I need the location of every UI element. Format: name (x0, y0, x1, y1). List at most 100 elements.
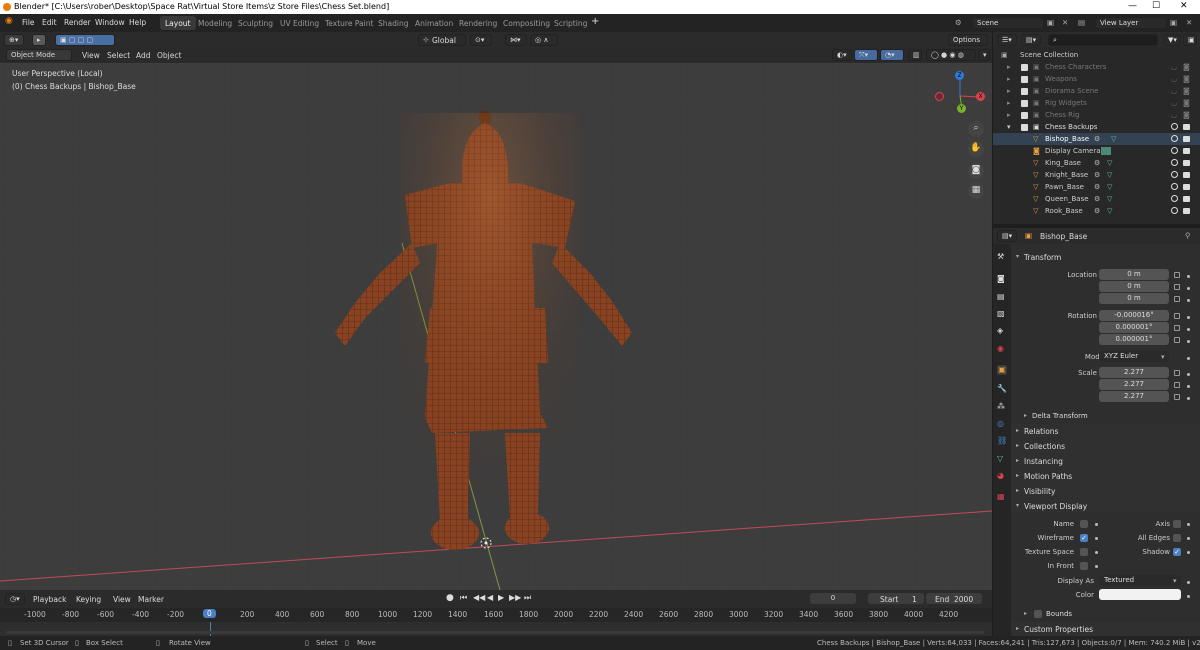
keyframe-dot-icon[interactable] (1187, 537, 1190, 540)
collection-row[interactable]: ▸ ▣ Weapons ◡ ◙ (993, 73, 1200, 85)
lock-icon[interactable] (1174, 337, 1180, 343)
rotation-mode-dropdown[interactable]: XYZ Euler (1099, 351, 1169, 362)
options-button[interactable]: Options (948, 34, 988, 46)
custom-properties-panel-header[interactable]: ▸ Custom Properties (1011, 622, 1200, 636)
keyframe-dot-icon[interactable] (1095, 565, 1098, 568)
eye-hidden-icon[interactable]: ◡ (1171, 111, 1177, 119)
exclude-checkbox[interactable] (1021, 100, 1028, 107)
scale-y-field[interactable]: 2.277 (1099, 379, 1169, 390)
filter-icon[interactable]: ▼▾ (1163, 34, 1181, 46)
expand-icon[interactable]: ▸ (1007, 111, 1011, 119)
expand-icon[interactable]: ▸ (1007, 63, 1011, 71)
perspective-toggle-icon[interactable]: ▦ (968, 183, 984, 199)
object-row-selected[interactable]: ▽ Bishop_Base ⚙ ▽ (993, 133, 1200, 145)
material-tab-icon[interactable]: ◕ (997, 471, 1007, 481)
particles-tab-icon[interactable]: ⁂ (997, 402, 1007, 412)
scale-z-field[interactable]: 2.277 (1099, 391, 1169, 402)
gizmo-y[interactable]: Y (957, 104, 966, 113)
collection-row[interactable]: ▸ ▣ Diorama Scene ◡ ◙ (993, 85, 1200, 97)
scene-tab-icon[interactable]: ◈ (997, 326, 1007, 336)
properties-editor-icon[interactable]: ▤▾ (997, 230, 1017, 242)
tab-animation[interactable]: Animation (410, 16, 458, 30)
tool-tab-icon[interactable]: ⚒ (997, 252, 1007, 262)
object-menu[interactable]: Object (157, 51, 181, 60)
select-menu[interactable]: Select (107, 51, 130, 60)
eye-icon[interactable] (1171, 159, 1178, 166)
exclude-checkbox[interactable] (1021, 76, 1028, 83)
eye-hidden-icon[interactable]: ◡ (1171, 63, 1177, 71)
camera-icon[interactable] (1183, 148, 1190, 154)
keyframe-dot-icon[interactable] (1187, 551, 1190, 554)
scale-x-field[interactable]: 2.277 (1099, 367, 1169, 378)
gizmo-x[interactable]: X (976, 92, 985, 101)
keyframe-dot-icon[interactable] (1187, 397, 1190, 400)
collapse-icon[interactable]: ▾ (1007, 123, 1011, 131)
lock-icon[interactable] (1174, 370, 1180, 376)
instancing-panel-header[interactable]: ▸ Instancing (1011, 454, 1200, 468)
jump-start-icon[interactable]: ⏮ (460, 593, 467, 603)
timeline-editor-icon[interactable]: ◷▾ (5, 593, 25, 605)
camera-icon[interactable] (1183, 136, 1190, 142)
rotation-x-field[interactable]: -0.000016° (1099, 310, 1169, 321)
viewport-display-panel-header[interactable]: ▾ Viewport Display (1011, 499, 1200, 513)
collections-panel-header[interactable]: ▸ Collections (1011, 439, 1200, 453)
scene-close-icon[interactable]: ✕ (1062, 18, 1068, 27)
keyframe-dot-icon[interactable] (1187, 340, 1190, 343)
next-key-icon[interactable]: ▶▶ (509, 593, 521, 602)
collection-row-active[interactable]: ▾ ▣ Chess Backups (993, 121, 1200, 133)
keyframe-dot-icon[interactable] (1095, 523, 1098, 526)
wireframe-checkbox-checked[interactable]: ✓ (1080, 534, 1088, 542)
location-x-field[interactable]: 0 m (1099, 269, 1169, 280)
eye-hidden-icon[interactable]: ◡ (1171, 75, 1177, 83)
3d-viewport[interactable]: User Perspective (Local) (0) Chess Backu… (0, 63, 992, 590)
in-front-checkbox[interactable] (1080, 562, 1088, 570)
blender-menu-icon[interactable]: ◉ (5, 16, 13, 26)
eye-icon[interactable] (1171, 135, 1178, 142)
collection-row[interactable]: ▸ ▣ Chess Characters ◡ ◙ (993, 61, 1200, 73)
outliner-root[interactable]: ▣ Scene Collection (993, 49, 1200, 61)
output-tab-icon[interactable]: ▤ (997, 292, 1007, 302)
bounds-subpanel[interactable]: ▸ Bounds (1019, 607, 1200, 621)
location-z-field[interactable]: 0 m (1099, 293, 1169, 304)
transform-panel-header[interactable]: ▾ Transform (1011, 250, 1200, 264)
display-as-dropdown[interactable]: Textured (1099, 575, 1181, 586)
menu-edit[interactable]: Edit (42, 18, 57, 27)
eye-icon[interactable] (1171, 207, 1178, 214)
end-value[interactable]: 2000 (954, 595, 973, 604)
gizmo-neg-x[interactable] (935, 92, 944, 101)
add-menu[interactable]: Add (136, 51, 151, 60)
lock-icon[interactable] (1174, 296, 1180, 302)
new-collection-icon[interactable]: ▣ (1183, 34, 1197, 46)
camera-icon[interactable]: ◙ (1183, 99, 1190, 107)
xray-icon[interactable]: ▥ (908, 49, 922, 61)
record-icon[interactable]: ● (446, 593, 454, 603)
lock-icon[interactable] (1174, 313, 1180, 319)
object-row[interactable]: ▽ Pawn_Base ⚙ ▽ (993, 181, 1200, 193)
pin-icon[interactable]: ⚲ (1185, 231, 1191, 240)
menu-help[interactable]: Help (129, 18, 146, 27)
pan-hand-icon[interactable]: ✋ (968, 141, 984, 157)
keyframe-dot-icon[interactable] (1187, 595, 1190, 598)
keyframe-dot-icon[interactable] (1187, 299, 1190, 302)
proportional-edit-icon[interactable]: ◎ ∧ (530, 34, 558, 46)
tab-layout[interactable]: Layout (160, 16, 196, 30)
close-icon[interactable]: ✕ (1180, 1, 1188, 11)
scene-icon[interactable]: ⚙ (955, 18, 962, 27)
keyframe-dot-icon[interactable] (1187, 581, 1190, 584)
collection-row[interactable]: ▸ ▣ Chess Rig ◡ ◙ (993, 109, 1200, 121)
keyframe-dot-icon[interactable] (1095, 537, 1098, 540)
modifier-tab-icon[interactable]: 🔧 (997, 384, 1007, 394)
exclude-checkbox[interactable] (1021, 112, 1028, 119)
play-icon[interactable]: ▶ (498, 593, 504, 602)
bounds-checkbox[interactable] (1034, 610, 1042, 618)
view-menu[interactable]: View (82, 51, 100, 60)
relations-panel-header[interactable]: ▸ Relations (1011, 424, 1200, 438)
outliner-editor-icon[interactable]: ☰▾ (997, 34, 1017, 46)
tab-texture-paint[interactable]: Texture Paint (320, 16, 378, 30)
menu-file[interactable]: File (22, 18, 35, 27)
menu-window[interactable]: Window (95, 18, 125, 27)
exclude-checkbox[interactable] (1021, 124, 1028, 131)
tab-modeling[interactable]: Modeling (193, 16, 237, 30)
motion-paths-panel-header[interactable]: ▸ Motion Paths (1011, 469, 1200, 483)
eye-icon[interactable] (1171, 171, 1178, 178)
